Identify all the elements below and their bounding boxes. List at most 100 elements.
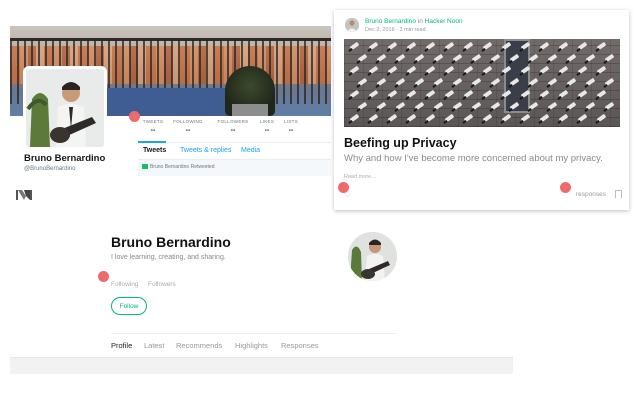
camera-icon — [566, 53, 577, 63]
card-author-line: Bruno Bernardino in Hacker Noon — [365, 18, 463, 25]
card-title[interactable]: Beefing up Privacy — [344, 136, 457, 150]
follow-button[interactable]: Follow — [111, 297, 147, 315]
camera-icon — [585, 53, 596, 63]
profile-avatar[interactable] — [348, 232, 397, 281]
card-subtitle: Why and how I've become more concerned a… — [344, 153, 603, 164]
stat-followers[interactable]: FOLLOWERS -- — [216, 119, 250, 134]
camera-icon — [558, 65, 569, 75]
article-card[interactable]: Bruno Bernardino in Hacker Noon Dec 2, 2… — [334, 10, 629, 210]
twitter-timeline: Tweets Tweets & replies Media Bruno Bern… — [138, 143, 331, 176]
camera-icon — [577, 113, 588, 123]
following-link[interactable]: Following — [111, 281, 138, 288]
card-author-link[interactable]: Bruno Bernardino — [365, 18, 416, 25]
tab-tweets[interactable]: Tweets — [143, 147, 166, 154]
twitter-display-name[interactable]: Bruno Bernardino — [24, 153, 105, 164]
camera-icon — [490, 77, 501, 87]
stat-likes[interactable]: LIKES -- — [258, 119, 276, 134]
card-publication-link[interactable]: Hacker Noon — [425, 18, 463, 25]
camera-icon — [482, 41, 493, 51]
camera-icon — [463, 41, 474, 51]
camera-icon — [368, 65, 379, 75]
medium-logo-icon[interactable] — [16, 188, 32, 202]
stat-tweets[interactable]: TWEETS -- — [141, 119, 165, 134]
tab-tweets-replies[interactable]: Tweets & replies — [180, 147, 231, 154]
camera-icon — [376, 53, 387, 63]
camera-icon — [452, 101, 463, 111]
followers-link[interactable]: Followers — [148, 281, 176, 288]
tab-media[interactable]: Media — [241, 147, 260, 154]
camera-icon — [596, 65, 607, 75]
author-photo — [345, 18, 359, 32]
marker-dot — [98, 271, 109, 282]
stat-label: FOLLOWERS — [217, 119, 249, 124]
camera-icon — [471, 53, 482, 63]
banner-pot — [232, 104, 268, 116]
profile-name: Bruno Bernardino — [111, 234, 231, 250]
camera-icon — [471, 101, 482, 111]
camera-icon — [349, 113, 360, 123]
twitter-handle[interactable]: @BrunoBernardino — [24, 166, 75, 172]
stat-lists[interactable]: LISTS -- — [282, 119, 300, 134]
camera-icon — [406, 41, 417, 51]
twitter-avatar[interactable] — [23, 66, 107, 150]
camera-icon — [482, 113, 493, 123]
stat-label: FOLLOWING — [173, 119, 203, 124]
camera-icon — [395, 77, 406, 87]
camera-icon — [406, 65, 417, 75]
camera-icon — [463, 113, 474, 123]
profile-photo — [348, 232, 397, 281]
stat-label: LIKES — [259, 119, 275, 124]
camera-icon — [349, 65, 360, 75]
stat-following[interactable]: FOLLOWING -- — [172, 119, 204, 134]
camera-icon — [444, 65, 455, 75]
camera-icon — [414, 101, 425, 111]
stat-value: -- — [150, 127, 156, 134]
camera-icon — [376, 101, 387, 111]
camera-icon — [604, 77, 615, 87]
camera-icon — [444, 113, 455, 123]
twitter-stats-nav: TWEETS -- FOLLOWING -- FOLLOWERS -- LIKE… — [138, 116, 331, 143]
camera-icon — [444, 89, 455, 99]
camera-icon — [395, 53, 406, 63]
camera-icon — [425, 41, 436, 51]
camera-icon — [368, 89, 379, 99]
card-author-avatar[interactable] — [345, 18, 359, 32]
camera-icon — [349, 41, 360, 51]
marker-dot — [338, 182, 349, 193]
card-cover-image[interactable] — [344, 39, 620, 127]
camera-icon — [539, 41, 550, 51]
tab-latest[interactable]: Latest — [144, 341, 164, 350]
tab-responses[interactable]: Responses — [281, 341, 319, 350]
camera-icon — [577, 65, 588, 75]
camera-icon — [566, 77, 577, 87]
camera-icon — [425, 65, 436, 75]
stat-value: -- — [288, 127, 294, 134]
retweet-text: Bruno Bernardino Retweeted — [150, 164, 215, 170]
camera-icon — [482, 89, 493, 99]
tab-recommends[interactable]: Recommends — [176, 341, 222, 350]
camera-icon — [395, 101, 406, 111]
camera-icon — [387, 89, 398, 99]
marker-dot — [129, 111, 140, 122]
camera-icon — [349, 89, 360, 99]
tab-highlights[interactable]: Highlights — [235, 341, 268, 350]
camera-icon — [596, 89, 607, 99]
camera-icon — [539, 89, 550, 99]
camera-icon — [539, 113, 550, 123]
camera-icon — [463, 89, 474, 99]
stat-label: TWEETS — [142, 119, 164, 124]
camera-icon — [596, 41, 607, 51]
camera-icon — [387, 113, 398, 123]
camera-icon — [471, 77, 482, 87]
tab-profile[interactable]: Profile — [111, 341, 132, 350]
camera-icon — [425, 89, 436, 99]
marker-dot — [560, 182, 571, 193]
retweet-context: Bruno Bernardino Retweeted — [142, 164, 215, 170]
camera-icon — [558, 41, 569, 51]
bookmark-icon[interactable] — [615, 190, 622, 198]
camera-icon — [547, 101, 558, 111]
responses-link[interactable]: responses — [576, 191, 606, 198]
read-more-link[interactable]: Read more… — [344, 174, 377, 180]
avatar-photo — [26, 69, 104, 147]
camera-icon — [490, 53, 501, 63]
